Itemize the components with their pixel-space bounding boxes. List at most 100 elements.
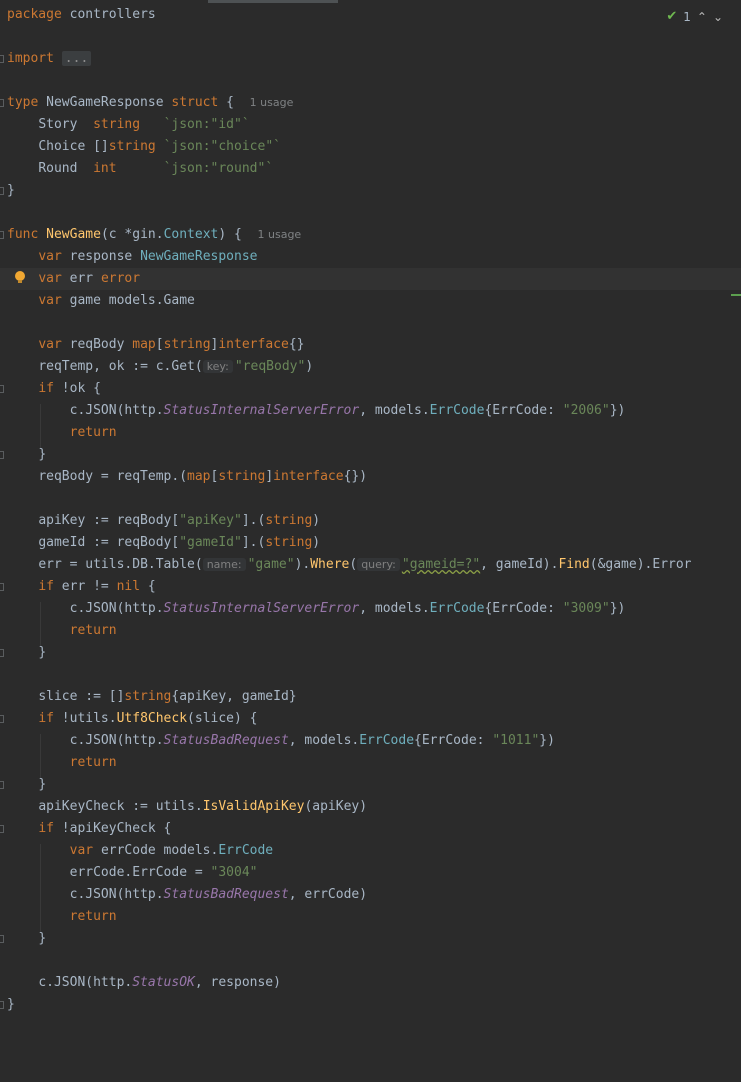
paren: ) (305, 359, 314, 374)
fold-marker[interactable] (0, 231, 4, 239)
keyword: type (7, 95, 39, 110)
constant: StatusOK (132, 975, 195, 990)
code-line[interactable]: import ... (0, 48, 741, 70)
code-line[interactable]: } (0, 994, 741, 1016)
code-line[interactable]: reqTemp, ok := c.Get(key: "reqBody") (0, 356, 741, 378)
code-text: , models. (359, 601, 430, 616)
field-name: Choice (38, 139, 86, 154)
code-line[interactable]: } (0, 774, 741, 796)
type: string (265, 513, 313, 528)
code-line[interactable]: var errCode models.ErrCode (0, 840, 741, 862)
package: gin (132, 227, 156, 242)
code-line[interactable]: Story string `json:"id"` (0, 114, 741, 136)
keyword: nil (116, 579, 141, 594)
code-line[interactable]: if !utils.Utf8Check(slice) { (0, 708, 741, 730)
code-line[interactable]: slice := []string{apiKey, gameId} (0, 686, 741, 708)
type: string (108, 139, 156, 154)
code-line[interactable]: if !apiKeyCheck { (0, 818, 741, 840)
keyword: var (69, 843, 94, 858)
code-text: slice := [] (38, 689, 125, 704)
code-line[interactable]: var game models.Game (0, 290, 741, 312)
code-line[interactable]: gameId := reqBody["gameId"].(string) (0, 532, 741, 554)
brace: } (7, 183, 15, 198)
usage-hint[interactable]: 1 usage (258, 228, 302, 241)
code-line[interactable]: } (0, 180, 741, 202)
code-line[interactable]: apiKeyCheck := utils.IsValidApiKey(apiKe… (0, 796, 741, 818)
code-line[interactable]: c.JSON(http.StatusInternalServerError, m… (0, 400, 741, 422)
fold-marker[interactable] (0, 649, 4, 657)
type: string (265, 535, 313, 550)
keyword: interface (273, 469, 344, 484)
keyword: package (7, 7, 62, 22)
fold-marker[interactable] (0, 715, 4, 723)
code-line[interactable]: reqBody = reqTemp.(map[string]interface{… (0, 466, 741, 488)
keyword: var (38, 293, 62, 308)
usage-hint[interactable]: 1 usage (250, 96, 294, 109)
code-line[interactable]: if err != nil { (0, 576, 741, 598)
code-line-current[interactable]: var err error (0, 268, 741, 290)
code-line[interactable]: return (0, 752, 741, 774)
horizontal-scrollbar[interactable] (208, 0, 338, 3)
paren: ) (312, 535, 321, 550)
code-text: apiKey := reqBody[ (38, 513, 180, 528)
code-line[interactable]: return (0, 422, 741, 444)
fold-marker[interactable] (0, 825, 4, 833)
code-text: , errCode) (288, 887, 368, 902)
code-line[interactable]: c.JSON(http.StatusBadRequest, errCode) (0, 884, 741, 906)
code-line[interactable]: func NewGame(c *gin.Context) { 1 usage (0, 224, 741, 246)
code-line[interactable]: Choice []string `json:"choice"` (0, 136, 741, 158)
code-line[interactable]: } (0, 928, 741, 950)
dot: . (108, 711, 117, 726)
field-name: Story (38, 117, 78, 132)
dot: . (194, 799, 203, 814)
type-name: NewGameResponse (140, 249, 258, 264)
code-text: {}) (343, 469, 368, 484)
code-text: , models. (359, 403, 430, 418)
fold-marker[interactable] (0, 99, 4, 107)
fold-marker[interactable] (0, 451, 4, 459)
keyword: if (38, 579, 54, 594)
fold-marker[interactable] (0, 781, 4, 789)
tag: `json: (163, 161, 211, 176)
code-line[interactable]: type NewGameResponse struct { 1 usage (0, 92, 741, 114)
code-text: apiKeyCheck := (38, 799, 156, 814)
code-line[interactable]: c.JSON(http.StatusBadRequest, models.Err… (0, 730, 741, 752)
code-line[interactable]: package controllers (0, 4, 741, 26)
code-line[interactable]: apiKey := reqBody["apiKey"].(string) (0, 510, 741, 532)
variable: response (69, 249, 133, 264)
code-text: {ErrCode: (414, 733, 493, 748)
code-text: {ErrCode: (484, 403, 563, 418)
code-line[interactable]: c.JSON(http.StatusInternalServerError, m… (0, 598, 741, 620)
constant: StatusBadRequest (163, 733, 289, 748)
code-line[interactable]: return (0, 906, 741, 928)
fold-marker[interactable] (0, 385, 4, 393)
code-text: }) (539, 733, 555, 748)
code-text: errCode.ErrCode = (69, 865, 211, 880)
type: error (100, 271, 141, 286)
code-line[interactable]: errCode.ErrCode = "3004" (0, 862, 741, 884)
brackets: [] (93, 139, 109, 154)
fold-marker[interactable] (0, 583, 4, 591)
fold-marker[interactable] (0, 1001, 4, 1009)
fold-marker[interactable] (0, 187, 4, 195)
fold-marker[interactable] (0, 935, 4, 943)
code-line[interactable]: } (0, 444, 741, 466)
code-line[interactable]: err = utils.DB.Table(name: "game").Where (… (0, 554, 741, 576)
brace: } (7, 997, 15, 1012)
code-text: ). (294, 557, 311, 572)
code-line[interactable]: var reqBody map[string]interface{} (0, 334, 741, 356)
code-line[interactable]: } (0, 642, 741, 664)
function-name: NewGame (46, 227, 101, 242)
code-line[interactable]: var response NewGameResponse (0, 246, 741, 268)
folded-imports[interactable]: ... (61, 51, 92, 66)
code-editor[interactable]: ✔ 1 ⌃ ⌄ package controllers import ... t… (0, 0, 741, 1078)
code-line[interactable]: Round int `json:"round"` (0, 158, 741, 180)
tag-value: "round" (210, 161, 266, 176)
string: "1011" (492, 733, 540, 748)
field-name: Round (38, 161, 78, 176)
code-line[interactable]: return (0, 620, 741, 642)
fold-marker[interactable] (0, 55, 4, 63)
code-line[interactable]: c.JSON(http.StatusOK, response) (0, 972, 741, 994)
method: Find (558, 557, 590, 572)
code-line[interactable]: if !ok { (0, 378, 741, 400)
